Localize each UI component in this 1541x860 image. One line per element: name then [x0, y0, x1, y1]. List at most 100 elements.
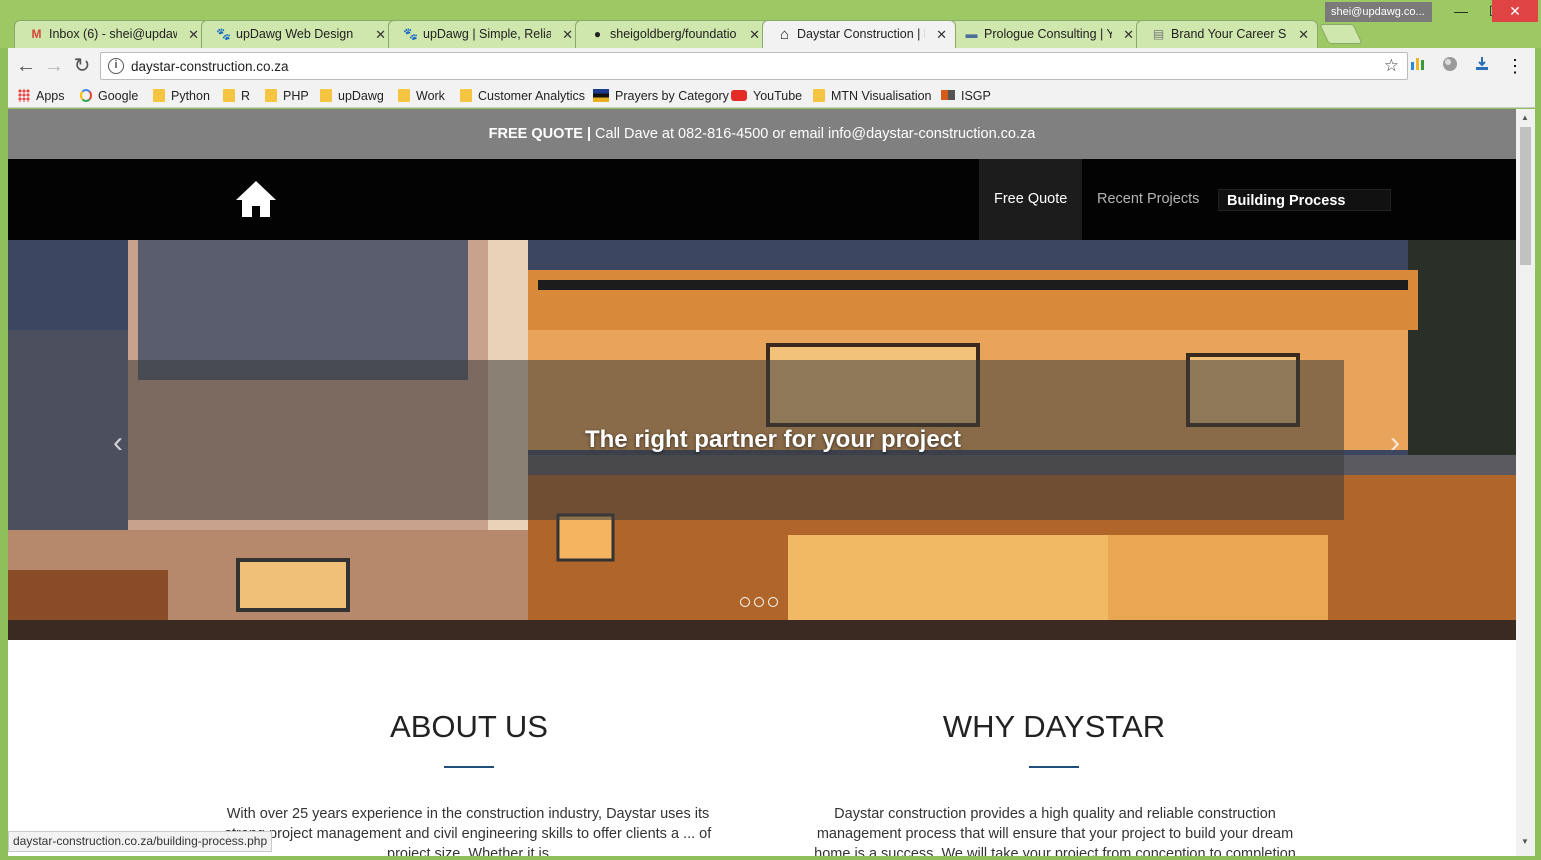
folder-icon — [153, 89, 165, 102]
carousel-next-icon[interactable]: › — [1390, 426, 1400, 460]
bookmark-label: upDawg — [338, 89, 384, 103]
scroll-thumb[interactable] — [1520, 127, 1531, 265]
bookmark-label: Prayers by Category — [615, 89, 729, 103]
window-close-button[interactable]: ✕ — [1492, 0, 1538, 22]
tab-brand-career[interactable]: ▤ Brand Your Career Serv ✕ — [1136, 20, 1318, 48]
dog-paw-icon: 🐾 — [216, 27, 231, 41]
isgp-icon — [941, 90, 955, 100]
vertical-scrollbar[interactable]: ▲ ▼ — [1516, 109, 1535, 856]
tab-title: Prologue Consulting | Y — [984, 27, 1112, 41]
bookmark-star-icon[interactable]: ☆ — [1384, 56, 1399, 76]
home-logo-icon[interactable] — [234, 179, 278, 219]
tab-github[interactable]: ● sheigoldberg/foundatio ✕ — [575, 20, 769, 48]
tab-prologue[interactable]: ▬ Prologue Consulting | Y ✕ — [949, 20, 1143, 48]
tab-updawg-web-design[interactable]: 🐾 upDawg Web Design ✕ — [201, 20, 395, 48]
tab-close-button[interactable]: ✕ — [1298, 21, 1309, 48]
extension-globe-icon[interactable] — [1440, 56, 1460, 76]
hero-caption: The right partner for your project — [584, 426, 962, 453]
carousel-indicators — [740, 594, 782, 612]
bookmark-python[interactable]: Python — [153, 86, 210, 106]
tab-title: sheigoldberg/foundatio — [610, 27, 737, 41]
tab-title: upDawg | Simple, Reliat — [423, 27, 551, 41]
youtube-icon — [731, 90, 747, 101]
tab-inbox[interactable]: M Inbox (6) - shei@updaw ✕ — [14, 20, 208, 48]
bookmark-label: R — [241, 89, 251, 103]
extension-download-icon[interactable] — [1472, 56, 1492, 76]
document-icon: ▤ — [1152, 27, 1165, 41]
bookmark-prayers[interactable]: Prayers by Category — [593, 86, 729, 106]
tab-close-button[interactable]: ✕ — [936, 21, 947, 48]
carousel-dot[interactable] — [754, 597, 764, 607]
carousel-dot[interactable] — [740, 597, 750, 607]
site-icon: ▬ — [965, 27, 978, 41]
about-us-heading: ABOUT US — [390, 709, 548, 744]
info-icon[interactable]: i — [108, 58, 124, 74]
bookmark-updawg[interactable]: upDawg — [320, 86, 384, 106]
folder-icon — [398, 89, 410, 102]
tab-title: Daystar Construction | F — [797, 27, 925, 41]
hero-carousel: The right partner for your project ‹ › — [8, 240, 1516, 640]
profile-badge[interactable]: shei@updawg.co... — [1325, 2, 1432, 22]
nav-building-process[interactable]: Building Process — [1218, 189, 1391, 211]
browser-toolbar: ← → ↻ i daystar-construction.co.za ☆ ⋮ — [8, 48, 1535, 84]
apps-icon — [18, 89, 30, 102]
bookmark-label: YouTube — [753, 89, 803, 103]
tab-title: Brand Your Career Serv — [1171, 27, 1287, 41]
why-daystar-divider — [1029, 766, 1079, 768]
minimize-button[interactable]: — — [1444, 0, 1478, 22]
back-arrow-icon[interactable]: ← — [14, 54, 38, 78]
tab-title: Inbox (6) - shei@updaw — [49, 27, 177, 41]
nav-recent-projects[interactable]: Recent Projects — [1082, 159, 1214, 240]
bookmark-label: MTN Visualisation — [831, 89, 932, 103]
tab-strip: M Inbox (6) - shei@updaw ✕ 🐾 upDawg Web … — [14, 20, 1363, 48]
tab-daystar[interactable]: ⌂ Daystar Construction | F ✕ — [762, 20, 956, 48]
free-quote-label[interactable]: FREE QUOTE | — [489, 126, 591, 142]
bookmark-isgp[interactable]: ISGP — [941, 86, 991, 106]
bookmark-mtn[interactable]: MTN Visualisation — [813, 86, 932, 106]
bookmark-label: ISGP — [961, 89, 991, 103]
tab-close-button[interactable]: ✕ — [188, 21, 199, 48]
bookmark-work[interactable]: Work — [398, 86, 445, 106]
bookmark-label: Customer Analytics — [478, 89, 585, 103]
tab-close-button[interactable]: ✕ — [1123, 21, 1134, 48]
bookmark-google[interactable]: Google — [80, 86, 138, 106]
folder-icon — [265, 89, 277, 102]
new-tab-button[interactable] — [1319, 24, 1363, 44]
bookmarks-bar: Apps Google Python R PHP upDawg Work Cus… — [8, 84, 1535, 108]
browser-titlebar: shei@updawg.co... — ☐ ✕ M Inbox (6) - sh… — [0, 0, 1541, 48]
extension-chart-icon[interactable] — [1408, 56, 1428, 76]
address-bar[interactable]: i daystar-construction.co.za ☆ — [100, 52, 1408, 80]
nav-free-quote[interactable]: Free Quote — [979, 159, 1083, 240]
google-icon — [80, 89, 92, 102]
site-navbar: Free Quote Recent Projects Building Proc… — [8, 159, 1516, 240]
dog-paw-icon: 🐾 — [403, 27, 418, 41]
tab-close-button[interactable]: ✕ — [562, 21, 573, 48]
scroll-down-icon[interactable]: ▼ — [1521, 837, 1529, 846]
page-viewport: FREE QUOTE | Call Dave at 082-816-4500 o… — [8, 109, 1535, 856]
contact-text: Call Dave at 082-816-4500 or email info@… — [591, 126, 1036, 142]
github-icon: ● — [593, 27, 602, 41]
carousel-dot[interactable] — [768, 597, 778, 607]
reload-icon[interactable]: ↻ — [70, 54, 94, 78]
bookmark-youtube[interactable]: YouTube — [731, 86, 802, 106]
bookmark-apps[interactable]: Apps — [18, 86, 65, 106]
flag-icon — [593, 89, 609, 102]
tab-close-button[interactable]: ✕ — [749, 21, 760, 48]
why-daystar-heading: WHY DAYSTAR — [942, 709, 1166, 744]
forward-arrow-icon[interactable]: → — [42, 54, 66, 78]
home-icon: ⌂ — [779, 26, 790, 43]
tab-close-button[interactable]: ✕ — [375, 21, 386, 48]
why-daystar-text: Daystar construction provides a high qua… — [814, 806, 1296, 856]
gmail-icon: M — [31, 27, 42, 41]
bookmark-php[interactable]: PHP — [265, 86, 309, 106]
url-text[interactable]: daystar-construction.co.za — [131, 59, 289, 74]
bookmark-label: Python — [171, 89, 210, 103]
tab-updawg-simple[interactable]: 🐾 upDawg | Simple, Reliat ✕ — [388, 20, 582, 48]
link-status-bubble: daystar-construction.co.za/building-proc… — [8, 831, 273, 852]
folder-icon — [223, 89, 235, 102]
browser-menu-icon[interactable]: ⋮ — [1505, 56, 1525, 76]
scroll-up-icon[interactable]: ▲ — [1521, 113, 1529, 122]
bookmark-customer-analytics[interactable]: Customer Analytics — [460, 86, 585, 106]
carousel-prev-icon[interactable]: ‹ — [113, 426, 123, 460]
bookmark-r[interactable]: R — [223, 86, 250, 106]
